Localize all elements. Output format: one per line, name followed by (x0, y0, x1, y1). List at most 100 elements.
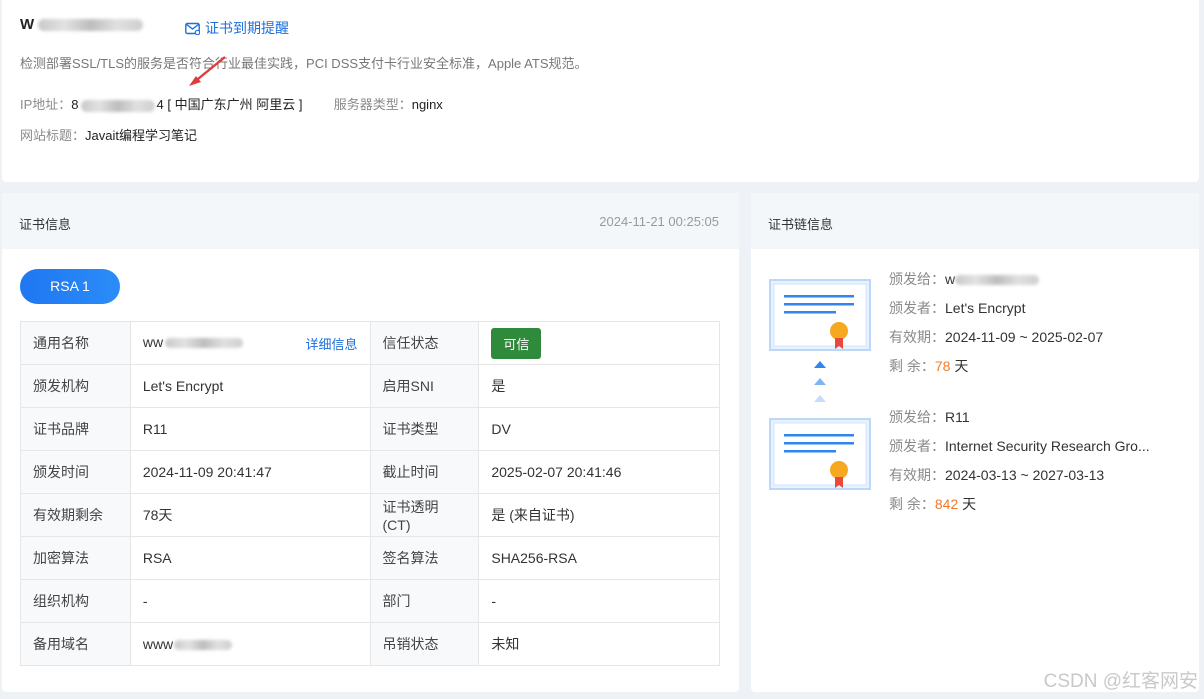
issued-to-label: 颁发给： (889, 271, 945, 287)
annotation-arrow (189, 56, 226, 86)
trust-status-cell: 可信 (478, 321, 720, 365)
row-key: 截止时间 (369, 450, 480, 494)
site-title-line: 网站标题：Javait编程学习笔记 (20, 125, 197, 144)
remain-unit: 天 (962, 496, 977, 512)
cert-details-table: 通用名称 ww 详细信息 信任状态 可信 颁发机构 Let's Encrypt … (20, 321, 720, 666)
cert-info-card: 证书信息 2024-11-21 00:25:05 RSA 1 通用名称 ww 详… (2, 193, 739, 692)
row-value: 是 (来自证书) (478, 493, 720, 537)
redacted-alt-names (174, 640, 233, 651)
row-key: 有效期剩余 (20, 493, 131, 537)
row-key: 启用SNI (369, 364, 480, 408)
row-key: 部门 (369, 579, 480, 623)
row-key: 证书类型 (369, 407, 480, 451)
remain-label: 剩 余： (889, 358, 935, 374)
row-value: RSA (129, 536, 371, 580)
watermark: CSDN @红客网安 (1043, 671, 1198, 692)
cert-expiry-reminder-link[interactable]: 证书到期提醒 (185, 18, 289, 38)
issued-to-value: w (945, 271, 956, 287)
common-name-cell: ww 详细信息 (129, 321, 371, 365)
issuer-value: Internet Security Research Gro... (945, 438, 1150, 454)
site-title-label: 网站标题： (20, 128, 86, 143)
row-value: R11 (129, 407, 371, 451)
table-row: 证书品牌 R11 证书类型 DV (20, 407, 720, 451)
row-key: 信任状态 (369, 321, 480, 365)
ip-location: [ 中国广东广州 阿里云 ] (167, 97, 303, 112)
certificate-icon (769, 418, 871, 490)
remain-days-value: 78 (934, 358, 951, 374)
row-value: SHA256-RSA (478, 536, 720, 580)
table-row: 颁发时间 2024-11-09 20:41:47 截止时间 2025-02-07… (20, 450, 720, 494)
row-key: 颁发时间 (20, 450, 131, 494)
issued-to-label: 颁发给： (889, 409, 945, 425)
remain-days-value: 842 (934, 496, 959, 512)
validity-label: 有效期： (889, 329, 945, 345)
chain-item-details: 颁发给：R11 颁发者：Internet Security Research G… (889, 403, 1150, 519)
ip-suffix: 4 (156, 97, 164, 112)
redacted-issued-to (955, 275, 1040, 286)
table-row: 加密算法 RSA 签名算法 SHA256-RSA (20, 536, 720, 580)
row-value: 2025-02-07 20:41:46 (478, 450, 720, 494)
chain-item-details: 颁发给：w 颁发者：Let's Encrypt 有效期：2024-11-09 ~… (889, 265, 1103, 381)
table-row: 有效期剩余 78天 证书透明(CT) 是 (来自证书) (20, 493, 720, 537)
row-value: - (478, 579, 720, 623)
row-key: 证书品牌 (20, 407, 131, 451)
ip-info-line: IP地址：8 4 [ 中国广东广州 阿里云 ] 服务器类型：nginx (20, 94, 443, 113)
redacted-ip (80, 99, 155, 112)
validity-value: 2024-11-09 ~ 2025-02-07 (945, 329, 1104, 345)
issuer-value: Let's Encrypt (945, 300, 1026, 316)
row-value: - (129, 579, 371, 623)
site-title-value: Javait编程学习笔记 (85, 128, 197, 143)
issuer-label: 颁发者： (889, 300, 945, 316)
remain-unit: 天 (954, 358, 969, 374)
validity-label: 有效期： (889, 467, 945, 483)
table-row: 备用域名 www 吊销状态 未知 (20, 622, 720, 666)
site-name: W (20, 16, 144, 33)
redacted-domain (38, 19, 144, 32)
detail-info-link[interactable]: 详细信息 (305, 334, 357, 353)
cert-check-date: 2024-11-21 00:25:05 (599, 214, 719, 229)
cert-info-title: 证书信息 (19, 217, 72, 232)
cert-chain-title: 证书链信息 (768, 217, 834, 232)
table-row: 通用名称 ww 详细信息 信任状态 可信 (20, 321, 720, 365)
alt-names-value: www (142, 636, 174, 652)
redacted-common-name (165, 337, 244, 348)
row-key: 吊销状态 (369, 622, 480, 666)
row-key: 颁发机构 (20, 364, 131, 408)
tab-rsa-1[interactable]: RSA 1 (20, 269, 120, 304)
server-type-label: 服务器类型： (333, 97, 412, 112)
row-value: Let's Encrypt (129, 364, 371, 408)
row-key: 证书透明(CT) (369, 493, 480, 537)
row-value: 2024-11-09 20:41:47 (129, 450, 371, 494)
row-key: 备用域名 (20, 622, 131, 666)
row-value: 78天 (129, 493, 371, 537)
trust-status-badge: 可信 (491, 327, 542, 359)
common-name-value: ww (142, 333, 164, 350)
server-type-value: nginx (411, 97, 443, 112)
row-key: 签名算法 (369, 536, 480, 580)
issued-to-value: R11 (945, 409, 970, 425)
certificate-icon (769, 279, 871, 351)
row-value: DV (478, 407, 720, 451)
remain-label: 剩 余： (889, 496, 935, 512)
ip-prefix: 8 (71, 97, 79, 112)
ip-label: IP地址： (20, 97, 72, 112)
issuer-label: 颁发者： (889, 438, 945, 454)
row-key: 组织机构 (20, 579, 131, 623)
alt-names-cell: www (129, 622, 371, 666)
cert-expiry-reminder-label: 证书到期提醒 (205, 20, 289, 36)
row-value: 是 (478, 364, 720, 408)
cert-chain-header: 证书链信息 (751, 193, 1199, 249)
site-summary-card: W 证书到期提醒 检测部署SSL/TLS的服务是否符合行业最佳实践，PCI DS… (2, 0, 1199, 182)
row-value: 未知 (478, 622, 720, 666)
site-name-prefix: W (20, 16, 35, 33)
chevron-up-icon (814, 361, 826, 402)
mail-icon (185, 22, 200, 35)
row-key: 通用名称 (20, 321, 131, 365)
table-row: 组织机构 - 部门 - (20, 579, 720, 623)
validity-value: 2024-03-13 ~ 2027-03-13 (945, 467, 1105, 483)
cert-chain-card: 证书链信息 颁发给：w 颁发者：Let's Encrypt 有效期：2024-1… (751, 193, 1199, 692)
row-key: 加密算法 (20, 536, 131, 580)
cert-info-header: 证书信息 2024-11-21 00:25:05 (2, 193, 739, 249)
table-row: 颁发机构 Let's Encrypt 启用SNI 是 (20, 364, 720, 408)
site-description: 检测部署SSL/TLS的服务是否符合行业最佳实践，PCI DSS支付卡行业安全标… (20, 56, 588, 71)
